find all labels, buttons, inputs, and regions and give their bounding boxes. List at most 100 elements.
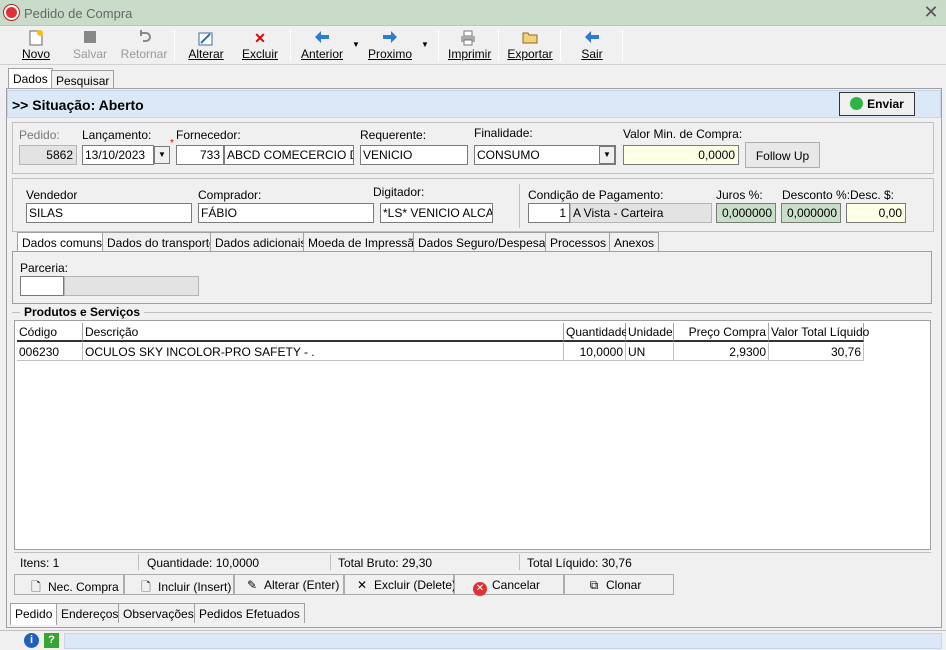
tab-pedidos-efetuados[interactable]: Pedidos Efetuados (194, 603, 305, 623)
col-quantidade[interactable]: Quantidade (564, 323, 628, 342)
col-valor-total[interactable]: Valor Total Líquido (769, 323, 869, 342)
edit-calendar-icon (198, 30, 214, 46)
nec-compra-button[interactable]: 🗋 Nec. Compra (14, 574, 124, 595)
toolbar-separator (438, 30, 439, 62)
lancamento-field[interactable]: 13/10/2023 (82, 145, 154, 165)
col-preco-compra[interactable]: Preço Compra (674, 323, 769, 342)
enviar-button[interactable]: Enviar (839, 92, 915, 116)
cell-preco-compra[interactable]: 2,9300 (674, 343, 769, 361)
follow-up-button[interactable]: Follow Up (745, 142, 820, 168)
tab-enderecos[interactable]: Endereços (56, 603, 124, 623)
arrow-right-icon (382, 30, 398, 46)
cond-code-field[interactable]: 1 (528, 203, 570, 223)
summary-bar: Itens: 1 Quantidade: 10,0000 Total Bruto… (14, 552, 931, 570)
retornar-button[interactable]: Retornar (120, 29, 168, 63)
finalidade-dropdown-icon[interactable]: ▼ (599, 146, 615, 164)
desc-field[interactable]: 0,00 (846, 203, 906, 223)
cell-descricao[interactable]: OCULOS SKY INCOLOR-PRO SAFETY - . (83, 343, 564, 361)
col-codigo[interactable]: Código (17, 323, 83, 342)
whatsapp-icon (850, 97, 864, 110)
col-unidade[interactable]: Unidade (626, 323, 674, 342)
digitador-label: Digitador: (373, 185, 425, 199)
products-group-line (12, 312, 932, 313)
new-document-icon (28, 30, 44, 46)
cond-pagamento-label: Condição de Pagamento: (528, 188, 664, 202)
finalidade-label: Finalidade: (474, 126, 533, 140)
valor-min-field[interactable]: 0,0000 (623, 145, 739, 165)
cancel-icon: ✕ (473, 578, 487, 596)
tab-pedido[interactable]: Pedido (10, 603, 58, 625)
required-marker: * (170, 138, 174, 149)
cancelar-button[interactable]: ✕ Cancelar (454, 574, 564, 596)
desconto-field[interactable]: 0,000000 (781, 203, 841, 223)
tab-dados-seguro[interactable]: Dados Seguro/Despesas (413, 232, 557, 252)
tab-dados[interactable]: Dados (8, 68, 53, 90)
lancamento-label: Lançamento: (82, 128, 152, 142)
cell-valor-total[interactable]: 30,76 (769, 343, 864, 361)
cell-unidade[interactable]: UN (626, 343, 674, 361)
fornecedor-label: Fornecedor: (176, 128, 241, 142)
summary-itens: Itens: 1 (20, 556, 60, 570)
tab-anexos[interactable]: Anexos (609, 232, 660, 252)
summary-liquido: Total Líquido: 30,76 (527, 556, 632, 570)
parceria-name-field (64, 276, 199, 296)
juros-label: Juros %: (716, 188, 763, 202)
vendedor-label: Vendedor (26, 188, 78, 202)
tab-moeda-impressao[interactable]: Moeda de Impressão (303, 232, 426, 252)
col-descricao[interactable]: Descrição (83, 323, 564, 342)
tab-observacoes[interactable]: Observações (118, 603, 199, 623)
folder-export-icon (522, 30, 538, 46)
digitador-field[interactable]: *LS* VENICIO ALCALD (380, 203, 493, 223)
date-dropdown-icon[interactable]: ▼ (154, 146, 170, 164)
help-icon[interactable]: ? (44, 633, 59, 648)
products-grid: Código Descrição Quantidade Unidade Preç… (14, 320, 931, 550)
imprimir-button[interactable]: Imprimir (448, 29, 491, 63)
clone-icon: ⧉ (589, 578, 599, 592)
divider (519, 184, 520, 228)
anterior-dropdown-icon[interactable]: ▼ (351, 40, 361, 50)
parceria-code-field[interactable] (20, 276, 64, 296)
status-panel (64, 633, 942, 649)
excluir-item-button[interactable]: ✕ Excluir (Delete) (344, 574, 456, 595)
toolbar-separator (560, 30, 561, 62)
novo-button[interactable]: Novo (16, 29, 56, 63)
anterior-button[interactable]: Anterior (300, 29, 344, 63)
clonar-button[interactable]: ⧉ Clonar (564, 574, 674, 595)
tab-pesquisar[interactable]: Pesquisar (51, 70, 115, 90)
incluir-button[interactable]: 🗋 Incluir (Insert) (124, 574, 234, 595)
requerente-label: Requerente: (360, 128, 427, 142)
valor-min-label: Valor Min. de Compra: (623, 127, 743, 141)
comprador-label: Comprador: (198, 188, 262, 202)
proximo-button[interactable]: Proximo (368, 29, 412, 63)
tab-dados-transporte[interactable]: Dados do transporte (102, 232, 221, 252)
close-button[interactable]: ✕ (920, 2, 942, 24)
finalidade-select[interactable]: CONSUMO (474, 145, 616, 165)
vendedor-field[interactable]: SILAS (26, 203, 192, 223)
excluir-button[interactable]: ✕ Excluir (240, 29, 280, 63)
tab-processos[interactable]: Processos (545, 232, 612, 252)
fornecedor-name-field[interactable]: ABCD COMECERCIO DE E (224, 145, 354, 165)
cell-codigo[interactable]: 006230 (17, 343, 83, 361)
app-icon (4, 5, 19, 20)
situacao-text: >> Situação: Aberto (12, 97, 144, 113)
exit-arrow-icon (584, 30, 600, 46)
cell-quantidade[interactable]: 10,0000 (564, 343, 626, 361)
printer-icon (460, 30, 476, 46)
undo-icon (136, 30, 152, 46)
comprador-field[interactable]: FÁBIO (198, 203, 374, 223)
alterar-item-button[interactable]: ✎ Alterar (Enter) (234, 574, 344, 595)
document-icon: 🗋 (141, 580, 151, 594)
sair-button[interactable]: Sair (574, 29, 610, 63)
juros-field[interactable]: 0,000000 (716, 203, 776, 223)
info-icon[interactable]: i (24, 633, 39, 648)
summary-divider (519, 554, 520, 570)
tab-dados-adicionais[interactable]: Dados adicionais (210, 232, 312, 252)
proximo-dropdown-icon[interactable]: ▼ (420, 40, 430, 50)
alterar-button[interactable]: Alterar (186, 29, 226, 63)
salvar-button[interactable]: Salvar (70, 29, 110, 63)
exportar-button[interactable]: Exportar (506, 29, 554, 63)
fornecedor-code-field[interactable]: 733 (176, 145, 224, 165)
requerente-field[interactable]: VENICIO (360, 145, 468, 165)
summary-divider (138, 554, 139, 570)
save-icon (82, 30, 98, 46)
